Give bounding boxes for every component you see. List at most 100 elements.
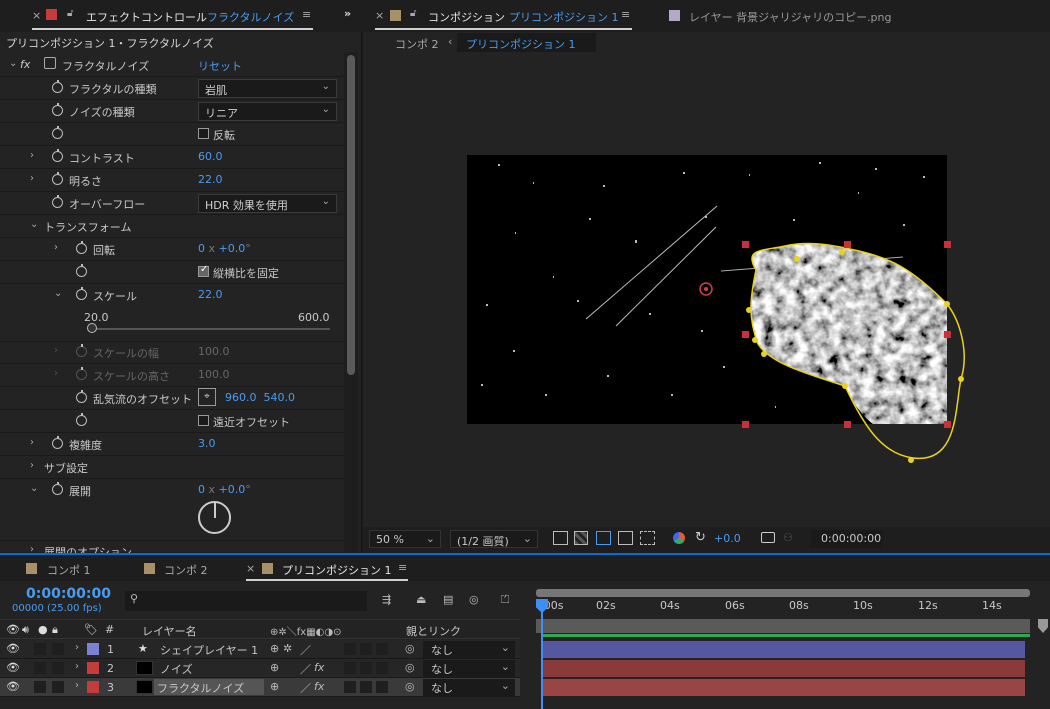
comp-mini-flowchart-icon[interactable]: ⇶ — [382, 593, 391, 606]
eye-icon[interactable]: 👁︎ — [6, 680, 20, 693]
parent-dropdown[interactable]: なし ⌄ — [423, 660, 515, 677]
guides-icon[interactable] — [640, 531, 655, 545]
layer-search-input[interactable]: ⚲ — [125, 591, 367, 611]
adjustment-toggle[interactable] — [376, 643, 388, 655]
effects-fx-icon[interactable]: fx — [314, 661, 324, 674]
layer-duration-bar[interactable] — [543, 660, 1025, 677]
composition-viewer[interactable] — [363, 54, 1050, 526]
shy-icon[interactable]: ⊕ — [270, 661, 279, 674]
rotation-value[interactable]: 0 x +0.0° — [198, 242, 251, 255]
time-ruler[interactable]: :00s 02s 04s 06s 08s 10s 12s 14s — [536, 597, 1030, 619]
parent-dropdown[interactable]: なし ⌄ — [423, 641, 515, 658]
breadcrumb-current-comp[interactable]: プリコンポジション 1 — [466, 36, 576, 52]
expand-chevron-icon[interactable]: › — [75, 661, 79, 672]
transparency-grid-icon[interactable] — [574, 531, 588, 545]
col-layer-name[interactable]: レイヤー名 — [142, 623, 197, 639]
expand-chevron-icon[interactable]: › — [75, 642, 79, 653]
layer-label-color[interactable] — [87, 643, 99, 655]
effect-tab-title[interactable]: エフェクトコントロール — [86, 9, 207, 25]
fast-previews-icon[interactable] — [553, 531, 568, 545]
stopwatch-icon[interactable] — [76, 287, 87, 300]
color-channels-icon[interactable] — [673, 532, 685, 544]
exposure-reset-icon[interactable]: ↻ — [695, 530, 706, 545]
panel-menu-icon[interactable]: ≡ — [621, 8, 630, 21]
pickwhip-icon[interactable]: ◎ — [405, 661, 415, 674]
pickwhip-icon[interactable]: ◎ — [405, 680, 415, 693]
expand-chevron-icon[interactable]: › — [30, 150, 34, 161]
reset-link[interactable]: リセット — [198, 58, 242, 74]
exposure-value[interactable]: +0.0 — [714, 532, 741, 545]
layer-name[interactable]: ノイズ — [157, 660, 196, 676]
layer-viewer-tab[interactable]: レイヤー 背景ジャリジャリのコピー.png — [689, 9, 892, 25]
composition-tab-title[interactable]: コンポジション — [428, 9, 505, 25]
effects-fx-icon[interactable]: fx — [314, 680, 324, 693]
composition-tab-target[interactable]: プリコンポジション 1 — [509, 9, 619, 25]
stopwatch-icon[interactable] — [76, 241, 87, 254]
frame-blend-toggle[interactable] — [344, 643, 356, 655]
layer-row[interactable]: 👁︎ › 3 フラクタルノイズ ⊕ ／ fx ◎ なし ⌄ — [0, 678, 1050, 697]
zoom-dropdown[interactable]: 50 % ⌄ — [369, 530, 441, 548]
layer-duration-bar[interactable] — [543, 679, 1025, 696]
solo-toggle[interactable] — [34, 662, 46, 674]
motion-blur-icon[interactable]: ◎ — [469, 593, 479, 606]
lock-toggle[interactable] — [52, 662, 64, 674]
lock-icon[interactable]: 🔓︎ — [410, 8, 416, 19]
layer-label-color[interactable] — [87, 662, 99, 674]
layer-label-color[interactable] — [87, 681, 99, 693]
solo-toggle[interactable] — [34, 643, 46, 655]
stopwatch-icon[interactable] — [76, 390, 87, 403]
comp-timecode-box[interactable]: 0:00:00:00 — [811, 530, 883, 548]
stopwatch-icon[interactable] — [52, 103, 63, 116]
adjustment-toggle[interactable] — [376, 681, 388, 693]
layer-row[interactable]: 👁︎ › 1 ★ シェイプレイヤー 1 ⊕ ✲ ／ ◎ なし ⌄ — [0, 640, 1050, 659]
evolution-degrees[interactable]: +0.0 — [219, 483, 246, 496]
quality-slash-icon[interactable]: ／ — [300, 680, 311, 696]
adjustment-toggle[interactable] — [376, 662, 388, 674]
stopwatch-icon[interactable] — [76, 413, 87, 426]
collapse-chevron-icon[interactable]: ⌄ — [30, 219, 38, 230]
scale-slider-thumb[interactable] — [86, 323, 97, 333]
offset-turbulence-value[interactable]: 960.0 540.0 — [225, 391, 295, 404]
breadcrumb-current-box[interactable]: プリコンポジション 1 — [457, 33, 596, 52]
close-icon[interactable]: × — [32, 9, 41, 22]
collapse-chevron-icon[interactable]: ⌄ — [30, 483, 38, 494]
fractal-type-dropdown[interactable]: 岩肌 ⌄ — [198, 79, 337, 98]
label-tag-icon[interactable]: 🏷︎ — [84, 623, 98, 636]
effect-scrollbar-thumb[interactable] — [347, 55, 355, 375]
expand-chevron-icon[interactable]: › — [54, 368, 58, 379]
video-toggle-icon[interactable]: 👁︎ — [6, 623, 20, 636]
comp-end-marker[interactable] — [1038, 619, 1048, 633]
layer-row[interactable]: 👁︎ › 2 ノイズ ⊕ ／ fx ◎ なし ⌄ — [0, 659, 1050, 678]
expand-chevron-icon[interactable]: › — [30, 460, 34, 471]
stopwatch-icon[interactable] — [52, 172, 63, 185]
scale-value[interactable]: 22.0 — [198, 288, 223, 301]
work-area-bar[interactable] — [536, 589, 1030, 597]
pickwhip-icon[interactable]: ◎ — [405, 642, 415, 655]
expand-chevron-icon[interactable]: › — [30, 437, 34, 448]
collapse-chevron-icon[interactable]: ⌄ — [9, 58, 17, 69]
expand-chevron-icon[interactable]: › — [30, 173, 34, 184]
contrast-value[interactable]: 60.0 — [198, 150, 223, 163]
motion-blur-toggle[interactable] — [360, 681, 372, 693]
stopwatch-icon[interactable] — [52, 482, 63, 495]
graph-editor-icon[interactable]: ⏍ — [501, 593, 509, 607]
close-icon[interactable]: × — [375, 9, 384, 22]
audio-toggle-icon[interactable]: 🔊︎ — [22, 623, 29, 637]
resolution-dropdown[interactable]: (1/2 画質) ⌄ — [450, 530, 538, 548]
playhead-line[interactable] — [541, 599, 543, 709]
evolution-value[interactable]: 0 x +0.0° — [198, 483, 251, 496]
quality-slash-icon[interactable]: ／ — [300, 661, 311, 677]
timeline-tab-precomp1[interactable]: プリコンポジション 1 — [282, 562, 392, 578]
shy-icon[interactable]: ⊕ — [270, 642, 279, 655]
effect-tab-target[interactable]: フラクタルノイズ — [207, 9, 294, 25]
rotation-degrees[interactable]: +0.0 — [219, 242, 246, 255]
collapse-icon[interactable]: ✲ — [283, 642, 292, 655]
uniform-scale-checkbox[interactable] — [198, 264, 209, 277]
noise-type-dropdown[interactable]: リニア ⌄ — [198, 102, 337, 121]
region-of-interest-icon[interactable] — [618, 531, 633, 545]
solo-toggle[interactable] — [34, 681, 46, 693]
complexity-value[interactable]: 3.0 — [198, 437, 216, 450]
stopwatch-icon[interactable] — [52, 436, 63, 449]
layer-name[interactable]: フラクタルノイズ — [154, 679, 264, 695]
evolution-angle-dial[interactable] — [198, 501, 231, 534]
